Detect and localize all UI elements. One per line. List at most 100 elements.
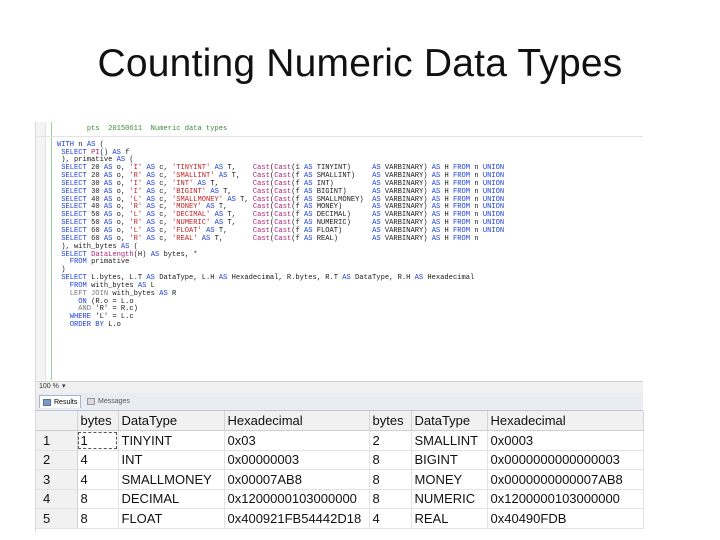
code-token: AS	[146, 274, 155, 283]
row-number[interactable]: 1	[36, 430, 78, 451]
code-token: FROM	[453, 211, 471, 220]
cell-datatype[interactable]: TINYINT	[118, 430, 225, 451]
cell-datatype[interactable]: BIGINT	[411, 450, 488, 470]
row-number[interactable]: 5	[36, 508, 78, 529]
cell-hexadecimal[interactable]: 0x00007AB8	[224, 469, 370, 490]
code-token: T,	[235, 195, 253, 204]
code-token: (f	[291, 226, 304, 235]
code-line[interactable]: WHERE 'L' = L.c	[57, 313, 504, 322]
tab-messages[interactable]: Messages	[84, 395, 130, 408]
code-token: Cast	[252, 203, 270, 212]
code-token: o,	[112, 226, 130, 235]
cell-datatype[interactable]: INT	[118, 450, 225, 470]
code-token: H	[440, 226, 454, 235]
code-token: n	[470, 164, 483, 173]
row-number[interactable]: 4	[36, 489, 78, 509]
code-token: T,	[206, 179, 253, 188]
cell-hexadecimal[interactable]: 0x0000000000000003	[487, 450, 644, 470]
cell-bytes[interactable]: 4	[77, 469, 119, 490]
code-token: 'SMALLINT'	[171, 172, 215, 181]
column-header[interactable]: bytes	[369, 411, 412, 431]
code-line[interactable]: ORDER BY L.o	[57, 321, 504, 330]
code-token: SELECT	[57, 234, 87, 243]
code-token: 'L' = L.c	[91, 313, 134, 322]
query-editor[interactable]: pts 20150611 Numeric data types WITH n A…	[36, 122, 643, 380]
cell-datatype[interactable]: DECIMAL	[118, 489, 225, 509]
column-header[interactable]: Hexadecimal	[487, 411, 644, 431]
code-token: Cast	[252, 226, 270, 235]
cell-datatype[interactable]: NUMERIC	[411, 489, 488, 509]
cell-datatype[interactable]: REAL	[411, 508, 488, 529]
code-token: Cast	[274, 211, 292, 220]
code-line[interactable]: FROM primative	[57, 258, 504, 267]
code-token: PI	[91, 148, 100, 157]
column-header[interactable]: Hexadecimal	[224, 411, 370, 431]
row-number[interactable]: 3	[36, 469, 78, 490]
cell-bytes[interactable]: 8	[369, 450, 412, 470]
code-token: AS	[304, 226, 313, 235]
sql-code[interactable]: pts 20150611 Numeric data types WITH n A…	[57, 125, 504, 330]
row-number[interactable]: 2	[36, 450, 78, 470]
code-token: o,	[112, 164, 130, 173]
chevron-down-icon[interactable]: ▾	[62, 382, 66, 390]
table-row[interactable]: 4 8 DECIMAL 0x1200000103000000 8 NUMERIC…	[36, 489, 644, 509]
code-line[interactable]	[57, 134, 504, 142]
table-row[interactable]: 3 4 SMALLMONEY 0x00007AB8 8 MONEY 0x0000…	[36, 469, 644, 490]
cell-hexadecimal[interactable]: 0x0000000000007AB8	[487, 469, 644, 490]
cell-bytes[interactable]: 1	[77, 430, 119, 451]
cell-datatype[interactable]: SMALLMONEY	[118, 469, 225, 490]
cell-datatype[interactable]: FLOAT	[118, 508, 225, 529]
code-token: AS	[304, 164, 313, 173]
code-token: SELECT	[57, 148, 87, 157]
code-line[interactable]: pts 20150611 Numeric data types	[57, 125, 504, 134]
cell-bytes[interactable]: 8	[77, 508, 119, 529]
table-row[interactable]: 1 1 TINYINT 0x03 2 SMALLINT 0x0003	[36, 430, 644, 451]
cell-bytes[interactable]: 2	[369, 430, 412, 451]
column-header[interactable]: bytes	[77, 411, 119, 431]
code-token: FROM	[453, 203, 471, 212]
code-token: 40	[86, 203, 104, 212]
zoom-bar: 100 % ▾	[36, 381, 643, 393]
cell-hexadecimal[interactable]: 0x1200000103000000	[487, 489, 644, 509]
cell-hexadecimal[interactable]: 0x03	[224, 430, 370, 451]
code-token: REAL)	[312, 234, 373, 243]
cell-bytes[interactable]: 4	[369, 508, 412, 529]
code-token: Cast	[274, 219, 292, 228]
code-token: VARBINARY)	[380, 211, 432, 220]
messages-icon	[87, 398, 95, 405]
column-header[interactable]: DataType	[118, 411, 225, 431]
cell-hexadecimal[interactable]: 0x400921FB54442D18	[224, 508, 370, 529]
code-token: SELECT	[57, 187, 87, 196]
cell-bytes[interactable]: 8	[369, 489, 412, 509]
code-token: AS	[304, 219, 313, 228]
zoom-level[interactable]: 100 %	[39, 383, 59, 390]
code-token: AS	[372, 226, 381, 235]
code-token: with_bytes	[86, 281, 138, 290]
code-token: c,	[154, 164, 172, 173]
cell-bytes[interactable]: 8	[369, 469, 412, 490]
tab-results[interactable]: Results	[39, 395, 81, 408]
cell-bytes[interactable]: 4	[77, 450, 119, 470]
cell-datatype[interactable]: MONEY	[411, 469, 488, 490]
code-token: H	[440, 203, 454, 212]
code-token: o,	[112, 187, 130, 196]
code-token: AS	[431, 219, 441, 228]
code-token: n	[470, 211, 483, 220]
column-header[interactable]: DataType	[411, 411, 488, 431]
cell-hexadecimal[interactable]: 0x1200000103000000	[224, 489, 370, 509]
cell-bytes[interactable]: 8	[77, 489, 119, 509]
code-token: VARBINARY)	[380, 179, 432, 188]
cell-hexadecimal[interactable]: 0x40490FDB	[487, 508, 644, 529]
code-token: SELECT	[57, 211, 87, 220]
code-token: FROM	[453, 179, 471, 188]
code-token: FROM	[57, 281, 87, 290]
code-token: AS	[431, 203, 441, 212]
code-token: R	[167, 289, 177, 298]
table-row[interactable]: 2 4 INT 0x00000003 8 BIGINT 0x0000000000…	[36, 450, 644, 470]
cell-hexadecimal[interactable]: 0x0003	[487, 430, 644, 451]
cell-datatype[interactable]: SMALLINT	[411, 430, 488, 451]
cell-hexadecimal[interactable]: 0x00000003	[224, 450, 370, 470]
table-row[interactable]: 5 8 FLOAT 0x400921FB54442D18 4 REAL 0x40…	[36, 508, 644, 529]
code-token: 'L'	[129, 195, 143, 204]
code-token: H	[440, 187, 454, 196]
